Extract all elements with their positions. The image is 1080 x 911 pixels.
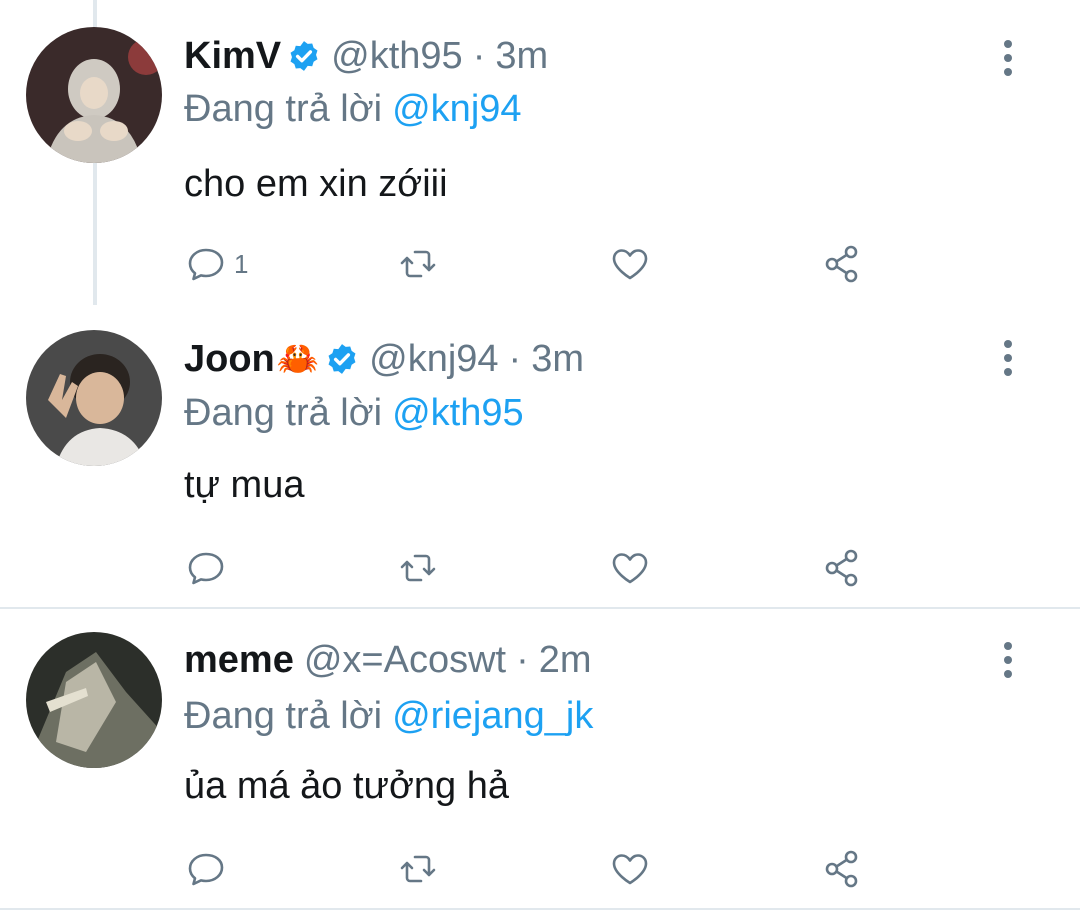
verified-badge-icon xyxy=(287,39,321,73)
tweet-actions xyxy=(184,544,884,592)
tweet-text: cho em xin zớiii xyxy=(184,163,448,205)
replying-to-label: Đang trả lời xyxy=(184,392,383,434)
avatar[interactable] xyxy=(26,330,162,466)
verified-badge-icon xyxy=(325,342,359,376)
retweet-button[interactable] xyxy=(396,544,440,592)
user-handle[interactable]: @x=Acoswt xyxy=(304,639,506,682)
like-button[interactable] xyxy=(608,240,652,288)
replying-to: Đang trả lời @riejang_jk xyxy=(184,695,593,738)
avatar[interactable] xyxy=(26,27,162,163)
timestamp[interactable]: 2m xyxy=(539,639,592,682)
retweet-icon xyxy=(400,250,436,278)
tweet-text: ủa má ảo tưởng hả xyxy=(184,765,510,807)
retweet-icon xyxy=(400,554,436,582)
reply-count: 1 xyxy=(234,248,249,279)
like-icon xyxy=(612,854,648,885)
avatar[interactable] xyxy=(26,632,162,768)
bottom-divider xyxy=(0,908,1080,910)
separator-dot: · xyxy=(508,337,522,380)
tweet-header: KimV @kth95 · 3m xyxy=(184,33,548,79)
separator-dot: · xyxy=(472,34,486,77)
mention-link[interactable]: @knj94 xyxy=(392,88,521,130)
crab-emoji: 🦀 xyxy=(276,340,320,378)
like-button[interactable] xyxy=(608,544,652,592)
like-icon xyxy=(612,249,648,280)
share-icon xyxy=(825,549,858,587)
replying-to-label: Đang trả lời xyxy=(184,695,383,737)
replying-to: Đang trả lời @kth95 xyxy=(184,392,524,435)
tweet-actions xyxy=(184,845,884,893)
tweet-divider xyxy=(0,607,1080,609)
user-handle[interactable]: @knj94 xyxy=(369,338,498,381)
reply-icon xyxy=(188,853,224,886)
reply-icon xyxy=(188,552,224,585)
retweet-icon xyxy=(400,855,436,883)
like-icon xyxy=(612,553,648,584)
replying-to: Đang trả lời @knj94 xyxy=(184,88,522,131)
share-button[interactable] xyxy=(820,845,864,893)
reply-button[interactable]: 1 xyxy=(184,240,248,288)
separator-dot: · xyxy=(516,638,529,681)
display-name[interactable]: Joon xyxy=(184,338,275,381)
reply-button[interactable] xyxy=(184,845,234,893)
display-name[interactable]: KimV xyxy=(184,35,281,78)
share-button[interactable] xyxy=(820,544,864,592)
more-options-icon[interactable] xyxy=(996,338,1020,378)
timestamp[interactable]: 3m xyxy=(495,35,548,78)
tweet-header: meme @x=Acoswt · 2m xyxy=(184,637,592,683)
share-button[interactable] xyxy=(820,240,864,288)
mention-link[interactable]: @kth95 xyxy=(392,392,524,434)
mention-link[interactable]: @riejang_jk xyxy=(392,695,593,737)
replying-to-label: Đang trả lời xyxy=(184,88,383,130)
display-name[interactable]: meme xyxy=(184,639,294,682)
more-options-icon[interactable] xyxy=(996,38,1020,78)
retweet-button[interactable] xyxy=(396,240,440,288)
more-options-icon[interactable] xyxy=(996,640,1020,680)
tweet-actions: 1 xyxy=(184,240,884,288)
timestamp[interactable]: 3m xyxy=(531,338,584,381)
share-icon xyxy=(825,850,858,888)
like-button[interactable] xyxy=(608,845,652,893)
retweet-button[interactable] xyxy=(396,845,440,893)
tweet-text: tự mua xyxy=(184,464,305,506)
tweet-header: Joon 🦀 @knj94 · 3m xyxy=(184,336,584,382)
reply-icon xyxy=(188,248,224,281)
user-handle[interactable]: @kth95 xyxy=(331,35,463,78)
reply-button[interactable] xyxy=(184,544,234,592)
share-icon xyxy=(825,245,858,283)
